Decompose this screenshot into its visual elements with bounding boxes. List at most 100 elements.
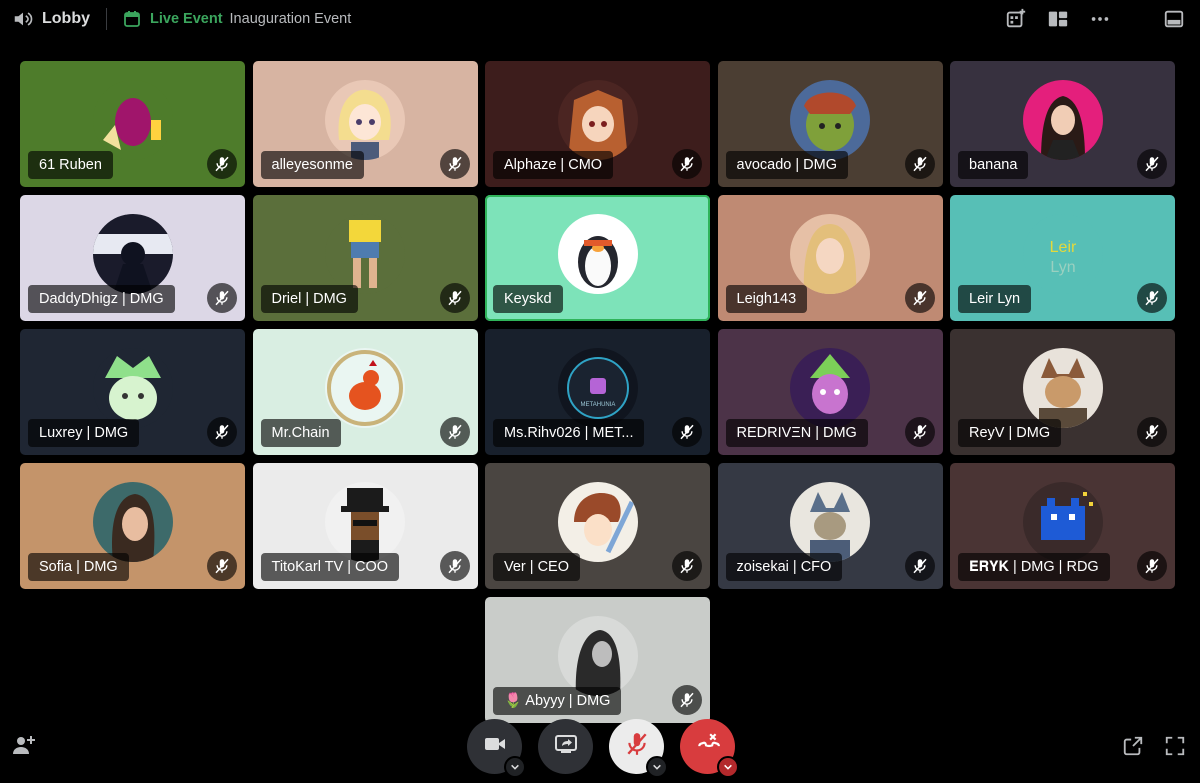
participant-tile[interactable]: Luxrey | DMG [20,329,245,455]
astronaut-avatar [92,214,173,294]
participant-tile[interactable]: ReyV | DMG [950,329,1175,455]
participant-tile[interactable]: 61 Ruben [20,61,245,187]
microphone-muted-icon [672,417,702,447]
anime-swordsman-avatar [557,482,638,562]
microphone-muted-icon [1137,149,1167,179]
anime-fox-girl-avatar [557,80,638,160]
penguin-avatar [557,214,638,294]
microphone-muted-icon [439,283,470,313]
egg-avatar [92,80,173,160]
participant-tile[interactable]: REDRIVΞN | DMG [717,329,943,455]
participant-tile[interactable]: Alphaze | CMO [485,61,710,187]
invite-user-icon[interactable] [12,733,36,757]
participant-tile[interactable]: Ver | CEO [485,463,710,589]
more-options-icon[interactable] [1088,7,1112,31]
microphone-muted-icon [207,283,237,313]
participant-tile[interactable]: METAHUNIA Ms.Rihv026 | MET... [485,329,710,455]
stage-channel-icon [12,8,34,30]
participant-name: Mr.Chain [260,419,341,447]
woman-portrait-avatar [1022,80,1103,160]
rooster-avatar [325,348,405,428]
participant-name: Leir Lyn [958,285,1032,313]
anime-girl-avatar [325,80,405,160]
microphone-muted-icon [904,551,935,581]
disconnect-button[interactable] [680,719,739,778]
participant-name: Alphaze | CMO [493,151,614,179]
participant-tile[interactable]: avocado | DMG [717,61,943,187]
microphone-muted-icon [207,149,237,179]
camera-icon [483,732,507,761]
camera-button[interactable] [467,719,526,778]
pixel-blue-monster-avatar [1022,482,1103,562]
popout-icon[interactable] [1122,735,1144,757]
pixel-top-hat-avatar [325,482,405,562]
participant-tile[interactable]: alleyesonme [252,61,478,187]
svg-text:Lyn: Lyn [1050,259,1075,276]
punk-robot-avatar [790,348,870,428]
calendar-event-icon [123,10,141,28]
channel-name: Lobby [42,10,90,27]
participant-name: DaddyDhigz | DMG [28,285,175,313]
screen-share-icon [554,732,578,761]
microphone-muted-icon [439,149,470,179]
participant-name: banana [958,151,1029,179]
participant-name: Luxrey | DMG [28,419,140,447]
hooded-figure-avatar [557,616,638,696]
participant-tile[interactable]: Keyskd [485,195,710,321]
participant-name: 𝐄𝐑𝐘𝐊 | DMG | RDG [958,553,1110,581]
microphone-muted-icon [672,551,702,581]
blonde-woman-avatar [790,214,870,294]
ponytail-woman-avatar [92,482,173,562]
chat-panel-icon[interactable] [1162,7,1186,31]
microphone-button[interactable] [609,719,668,778]
participant-name: alleyesonme [260,151,364,179]
participant-tile[interactable]: TitoKarl TV | COO [252,463,478,589]
samurai-cat-avatar [1022,348,1103,428]
legs-avatar [325,214,405,294]
microphone-muted-icon [672,685,702,715]
call-controls [467,719,739,778]
participant-name: REDRIVΞN | DMG [725,419,868,447]
header-divider [106,8,107,30]
participant-tile[interactable]: Leigh143 [717,195,943,321]
event-status[interactable]: Live Event [150,11,223,27]
microphone-muted-icon [672,149,702,179]
participant-tile[interactable]: Sofia | DMG [20,463,245,589]
disconnect-options-chevron-icon[interactable] [717,756,739,778]
participant-name: Ms.Rihv026 | MET... [493,419,645,447]
microphone-muted-icon [439,551,470,581]
add-event-icon[interactable] [1004,7,1028,31]
green-creature-avatar [92,348,173,428]
participant-name: Leigh143 [725,285,808,313]
participant-name: TitoKarl TV | COO [260,553,400,581]
participant-tile[interactable]: 𝐄𝐑𝐘𝐊 | DMG | RDG [950,463,1175,589]
microphone-muted-icon [1137,551,1167,581]
layout-grid-icon[interactable] [1046,7,1070,31]
participant-name: 61 Ruben [28,151,113,179]
participant-name: Keyskd [493,285,563,313]
participant-tile[interactable]: zoisekai | CFO [717,463,943,589]
fullscreen-icon[interactable] [1164,735,1186,757]
participant-name: Driel | DMG [260,285,358,313]
participant-tile[interactable]: 🌷 Abyyy | DMG [485,597,710,723]
svg-text:METAHUNIA: METAHUNIA [580,402,615,408]
microphone-muted-icon [904,417,935,447]
participant-grid: 61 Ruben alleyesonme Alphaze | CMO avocado … [20,61,1175,723]
microphone-muted-icon [624,731,650,762]
participant-tile[interactable]: Leir Lyn Leir Lyn [950,195,1175,321]
participant-tile[interactable]: banana [950,61,1175,187]
top-bar: Lobby Live Event Inauguration Event [0,0,1200,38]
microphone-muted-icon [207,551,237,581]
armored-cat-avatar [790,482,870,562]
camera-options-chevron-icon[interactable] [504,756,526,778]
participant-tile[interactable]: Driel | DMG [252,195,478,321]
disconnect-icon [695,731,721,762]
participant-tile[interactable]: DaddyDhigz | DMG [20,195,245,321]
participant-name: Ver | CEO [493,553,581,581]
event-name[interactable]: Inauguration Event [230,11,352,27]
ogre-avatar [790,80,870,160]
participant-name: zoisekai | CFO [725,553,843,581]
screen-share-button[interactable] [538,719,593,774]
participant-tile[interactable]: Mr.Chain [252,329,478,455]
microphone-options-chevron-icon[interactable] [646,756,668,778]
